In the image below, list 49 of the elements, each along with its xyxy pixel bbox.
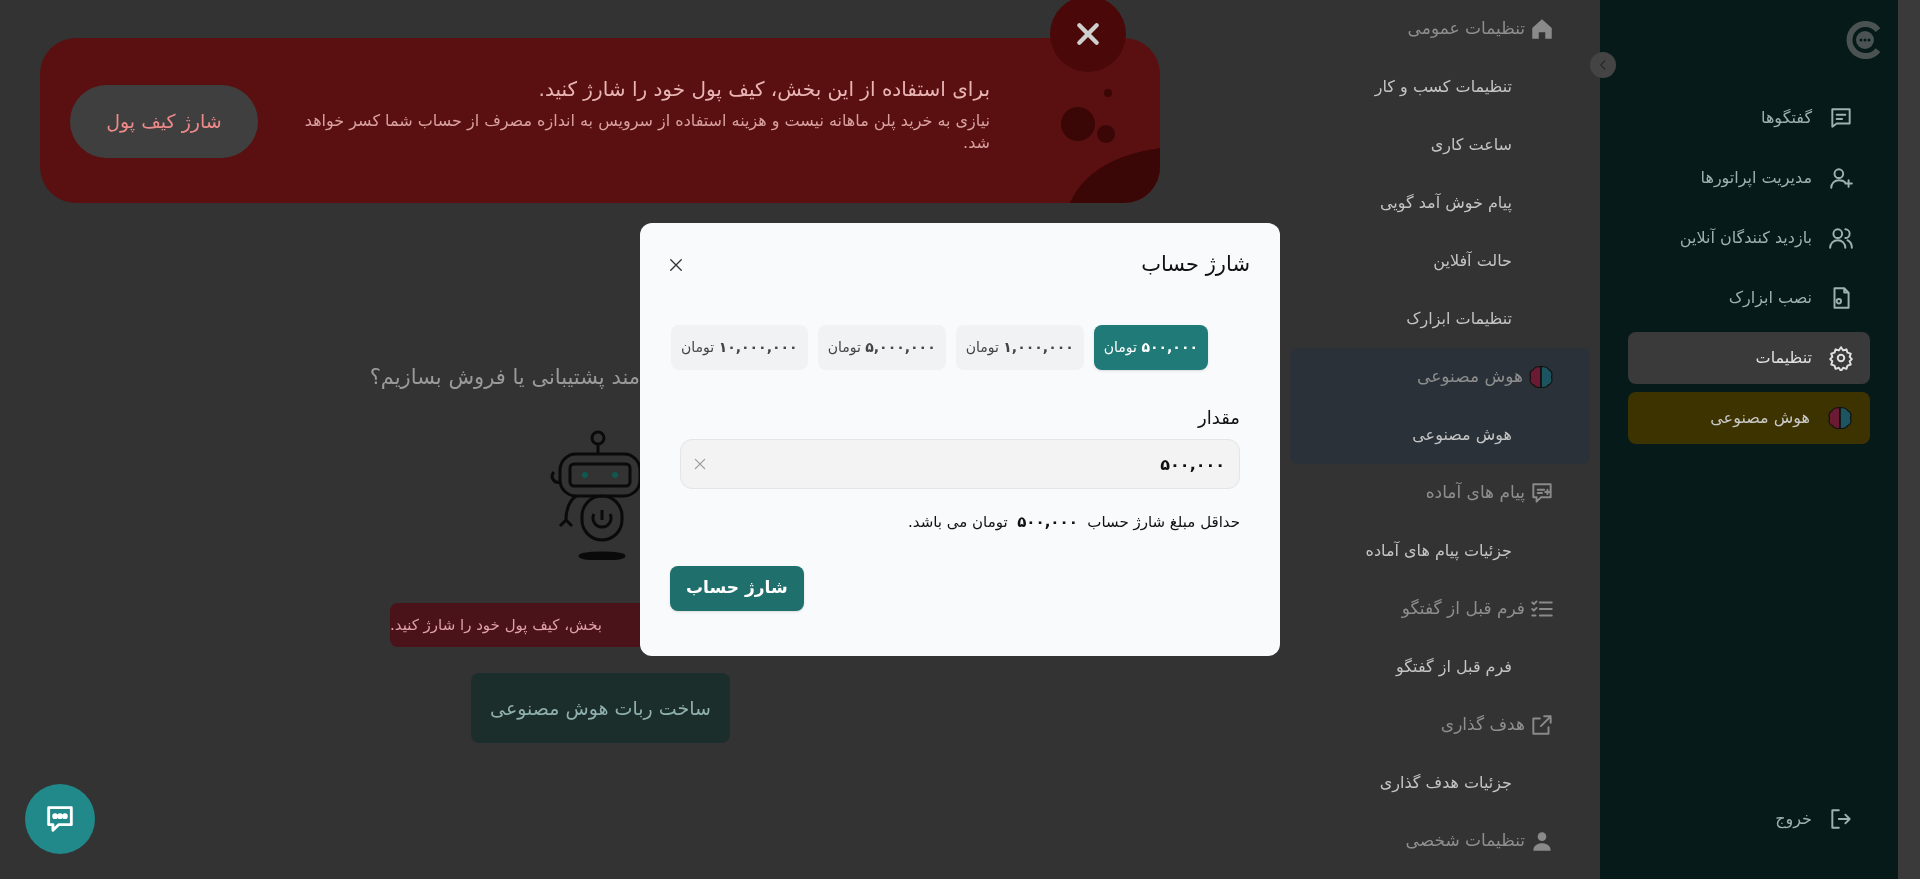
menu-section-title: تنظیمات عمومی [1407,17,1525,41]
menu-link[interactable]: تنظیمات کسب و کار [1374,75,1512,99]
gear-icon [1828,345,1854,371]
menu-link[interactable]: ساعت کاری [1430,133,1512,157]
amount-chip[interactable]: ۱۰,۰۰۰,۰۰۰ تومان [671,325,808,370]
amount-field[interactable]: ۵۰۰,۰۰۰ [680,439,1240,489]
banner-text: نیازی به خرید پلن ماهانه نیست و هزینه استفاده از سرویس به اندازه مصرف از حساب شما کسر خواهد شد. [303,110,990,154]
sidebar-item[interactable]: هوش مصنوعی [1628,392,1870,444]
amount-chip[interactable]: ۱,۰۰۰,۰۰۰ تومان [955,325,1084,370]
user-plus-icon [1828,165,1854,191]
chat-icon [1828,105,1854,131]
users-icon [1828,225,1854,251]
dialog-title: شارژ حساب [1141,251,1250,279]
menu-section-title: پیام های آماده [1425,481,1525,505]
menu-section-title: فرم قبل از گفتگو [1401,597,1525,621]
message-plus-icon [1529,480,1555,506]
logout-link[interactable]: خروج [1775,797,1870,841]
sidebar-item[interactable]: تنظیمات [1628,332,1870,384]
sidebar-item[interactable]: مدیریت اپراتورها [1628,152,1870,204]
alert-message: بخش، کیف پول خود را شارژ کنید. [390,603,640,647]
menu-link[interactable]: تنظیمات ابزارک [1406,307,1512,331]
close-icon [667,256,685,274]
menu-section-title: تنظیمات شخصی [1405,829,1525,853]
sidebar-item[interactable]: بازدید کنندگان آنلاین [1628,212,1870,264]
banner-title: برای استفاده از این بخش، کیف پول خود را شارژ کنید. [537,76,990,104]
section-heading: مند پشتیبانی یا فروش بسازیم؟ [369,364,640,391]
menu-section-title: هدف گذاری [1440,713,1525,737]
create-bot-button[interactable]: ساخت ربات هوش مصنوعی [471,673,730,743]
brain-icon [1527,363,1555,391]
sidebar-item[interactable]: نصب ابزارک [1628,272,1870,324]
field-label: مقدار [1196,406,1241,430]
clear-icon [692,456,708,472]
menu-link[interactable]: جزئیات هدف گذاری [1379,771,1512,795]
menu-link[interactable]: پیام خوش آمد گویی [1379,191,1512,215]
amount-chip[interactable]: ۵,۰۰۰,۰۰۰ تومان [817,325,946,370]
menu-link[interactable]: فرم قبل از گفتگو [1395,655,1512,679]
minimum-amount-note: حداقل مبلغ شارژ حساب ۵۰۰,۰۰۰ تومان می باشد. [907,512,1241,533]
charge-button[interactable]: شارژ حساب [670,565,804,611]
close-icon [1075,21,1101,47]
external-link-icon [1529,712,1555,738]
wallet-button[interactable]: شارژ کیف پول [70,85,258,158]
menu-link[interactable]: هوش مصنوعی [1412,423,1512,447]
collapse-toggle[interactable] [1590,52,1616,78]
amount-chip[interactable]: ۵۰۰,۰۰۰ تومان [1093,325,1208,370]
menu-link[interactable]: جزئیات پیام های آماده [1365,539,1512,563]
menu-section-title: هوش مصنوعی [1417,365,1523,389]
sidebar-item[interactable]: گفتگوها [1628,92,1870,144]
brain-icon [1826,404,1854,432]
menu-link[interactable]: حالت آفلاین [1433,249,1512,273]
